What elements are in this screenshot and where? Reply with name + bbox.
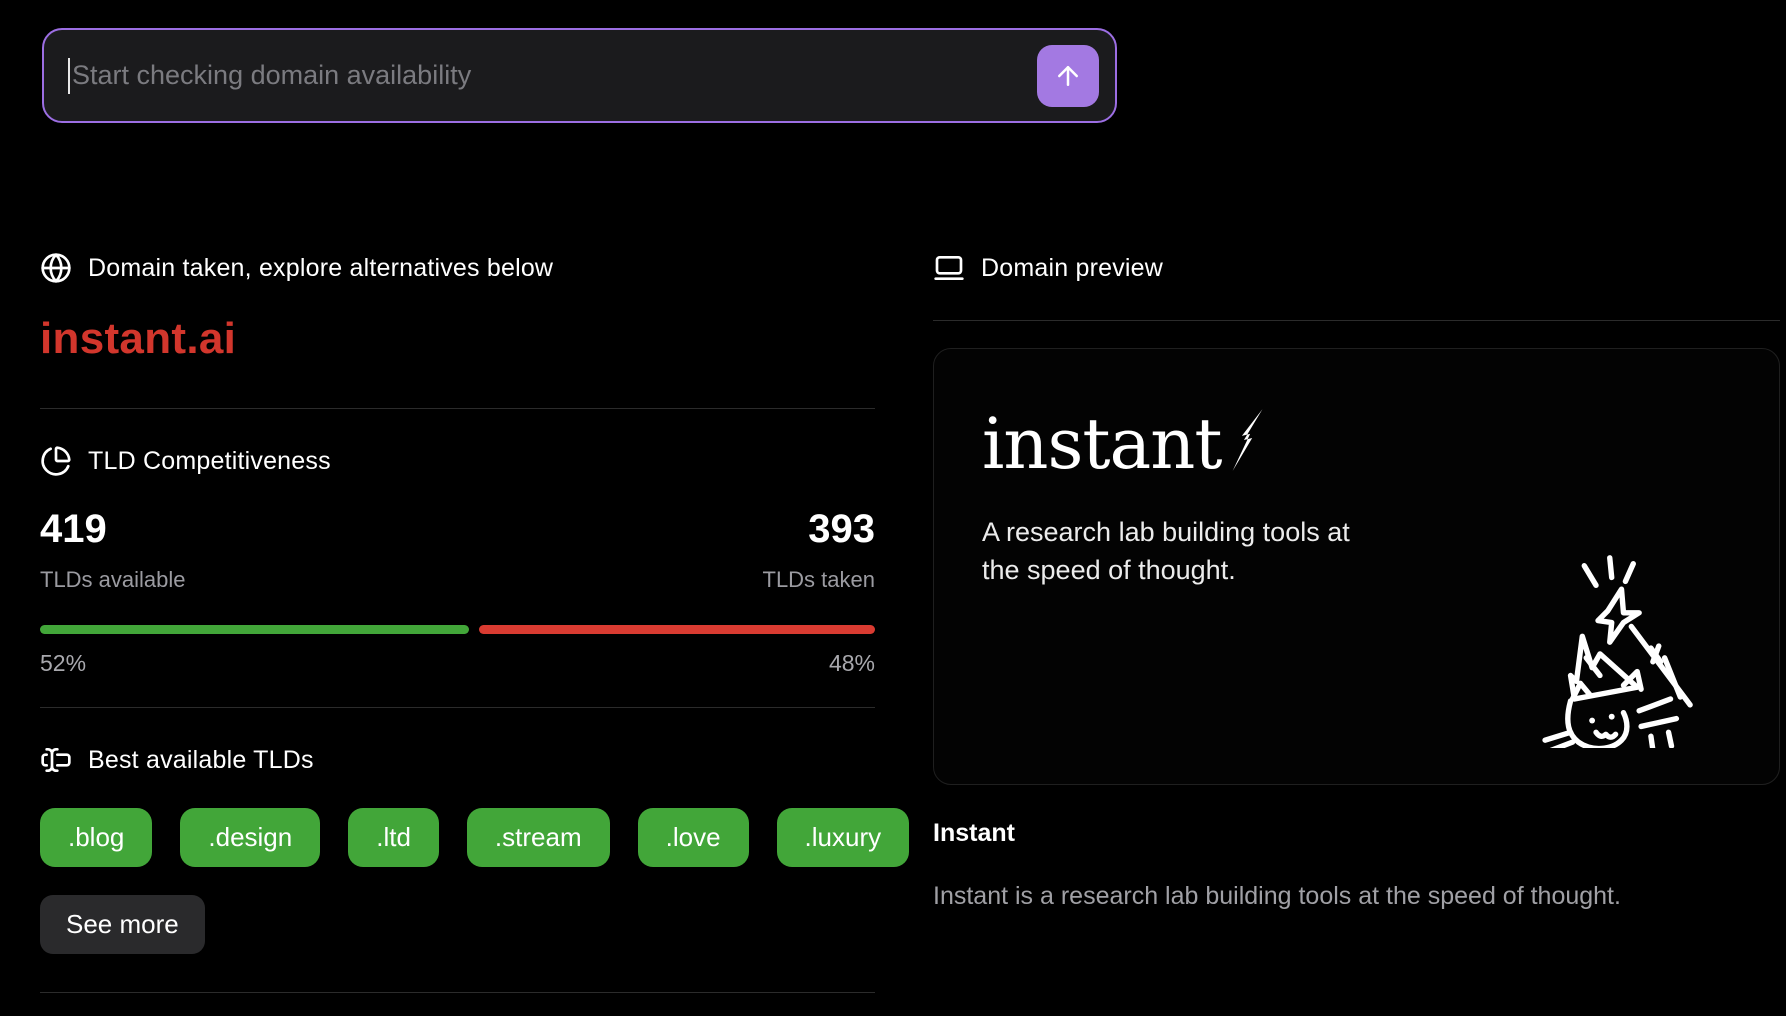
pie-chart-icon <box>40 445 72 477</box>
competitiveness-header: TLD Competitiveness <box>40 445 875 477</box>
tld-pill[interactable]: .design <box>180 808 320 867</box>
tlds-available-value: 419 <box>40 505 107 553</box>
taken-bar <box>479 625 875 634</box>
domain-search-bar[interactable] <box>42 28 1117 123</box>
site-tagline: A research lab building tools at the spe… <box>982 513 1387 589</box>
tlds-taken-label: TLDs taken <box>763 567 876 593</box>
domain-preview-header: Domain preview <box>933 252 1780 284</box>
submit-button[interactable] <box>1037 45 1099 107</box>
tld-stats-row: 419 393 <box>40 505 875 553</box>
results-panel: Domain taken, explore alternatives below… <box>40 252 875 993</box>
domain-name: instant.ai <box>40 314 875 364</box>
lightning-bolt-icon <box>1227 407 1265 473</box>
taken-percent: 48% <box>829 650 875 677</box>
globe-icon <box>40 252 72 284</box>
best-tlds-title: Best available TLDs <box>88 746 314 775</box>
tld-pill[interactable]: .luxury <box>777 808 910 867</box>
site-logo: instant <box>982 401 1779 487</box>
competitiveness-title: TLD Competitiveness <box>88 447 331 476</box>
tlds-taken-value: 393 <box>808 505 875 553</box>
competitiveness-percents: 52% 48% <box>40 650 875 677</box>
wizard-cat-doodle <box>1541 552 1703 748</box>
preview-panel: Domain preview instant A research lab bu… <box>933 252 1780 911</box>
divider <box>40 707 875 708</box>
domain-preview-card: instant A research lab building tools at… <box>933 348 1780 785</box>
text-caret <box>68 58 70 94</box>
divider <box>933 320 1780 321</box>
site-description: Instant is a research lab building tools… <box>933 882 1780 911</box>
available-bar <box>40 625 469 634</box>
text-cursor-input-icon <box>40 744 72 776</box>
divider <box>40 408 875 409</box>
tld-pill[interactable]: .ltd <box>348 808 439 867</box>
competitiveness-bar <box>40 625 875 634</box>
laptop-icon <box>933 252 965 284</box>
search-input[interactable] <box>72 60 1037 91</box>
domain-status-text: Domain taken, explore alternatives below <box>88 254 553 283</box>
tld-pill[interactable]: .stream <box>467 808 610 867</box>
tld-pill-row: .blog.design.ltd.stream.love.luxury <box>40 808 875 867</box>
domain-preview-title: Domain preview <box>981 254 1163 283</box>
tld-pill[interactable]: .love <box>638 808 749 867</box>
domain-status-header: Domain taken, explore alternatives below <box>40 252 875 284</box>
divider <box>40 992 875 993</box>
tlds-available-label: TLDs available <box>40 567 186 593</box>
best-tlds-header: Best available TLDs <box>40 744 875 776</box>
tld-pill[interactable]: .blog <box>40 808 152 867</box>
available-percent: 52% <box>40 650 86 677</box>
site-name: Instant <box>933 819 1780 848</box>
arrow-up-icon <box>1053 61 1083 91</box>
see-more-button[interactable]: See more <box>40 895 205 954</box>
tld-stats-labels: TLDs available TLDs taken <box>40 567 875 593</box>
site-logo-text: instant <box>982 401 1221 487</box>
